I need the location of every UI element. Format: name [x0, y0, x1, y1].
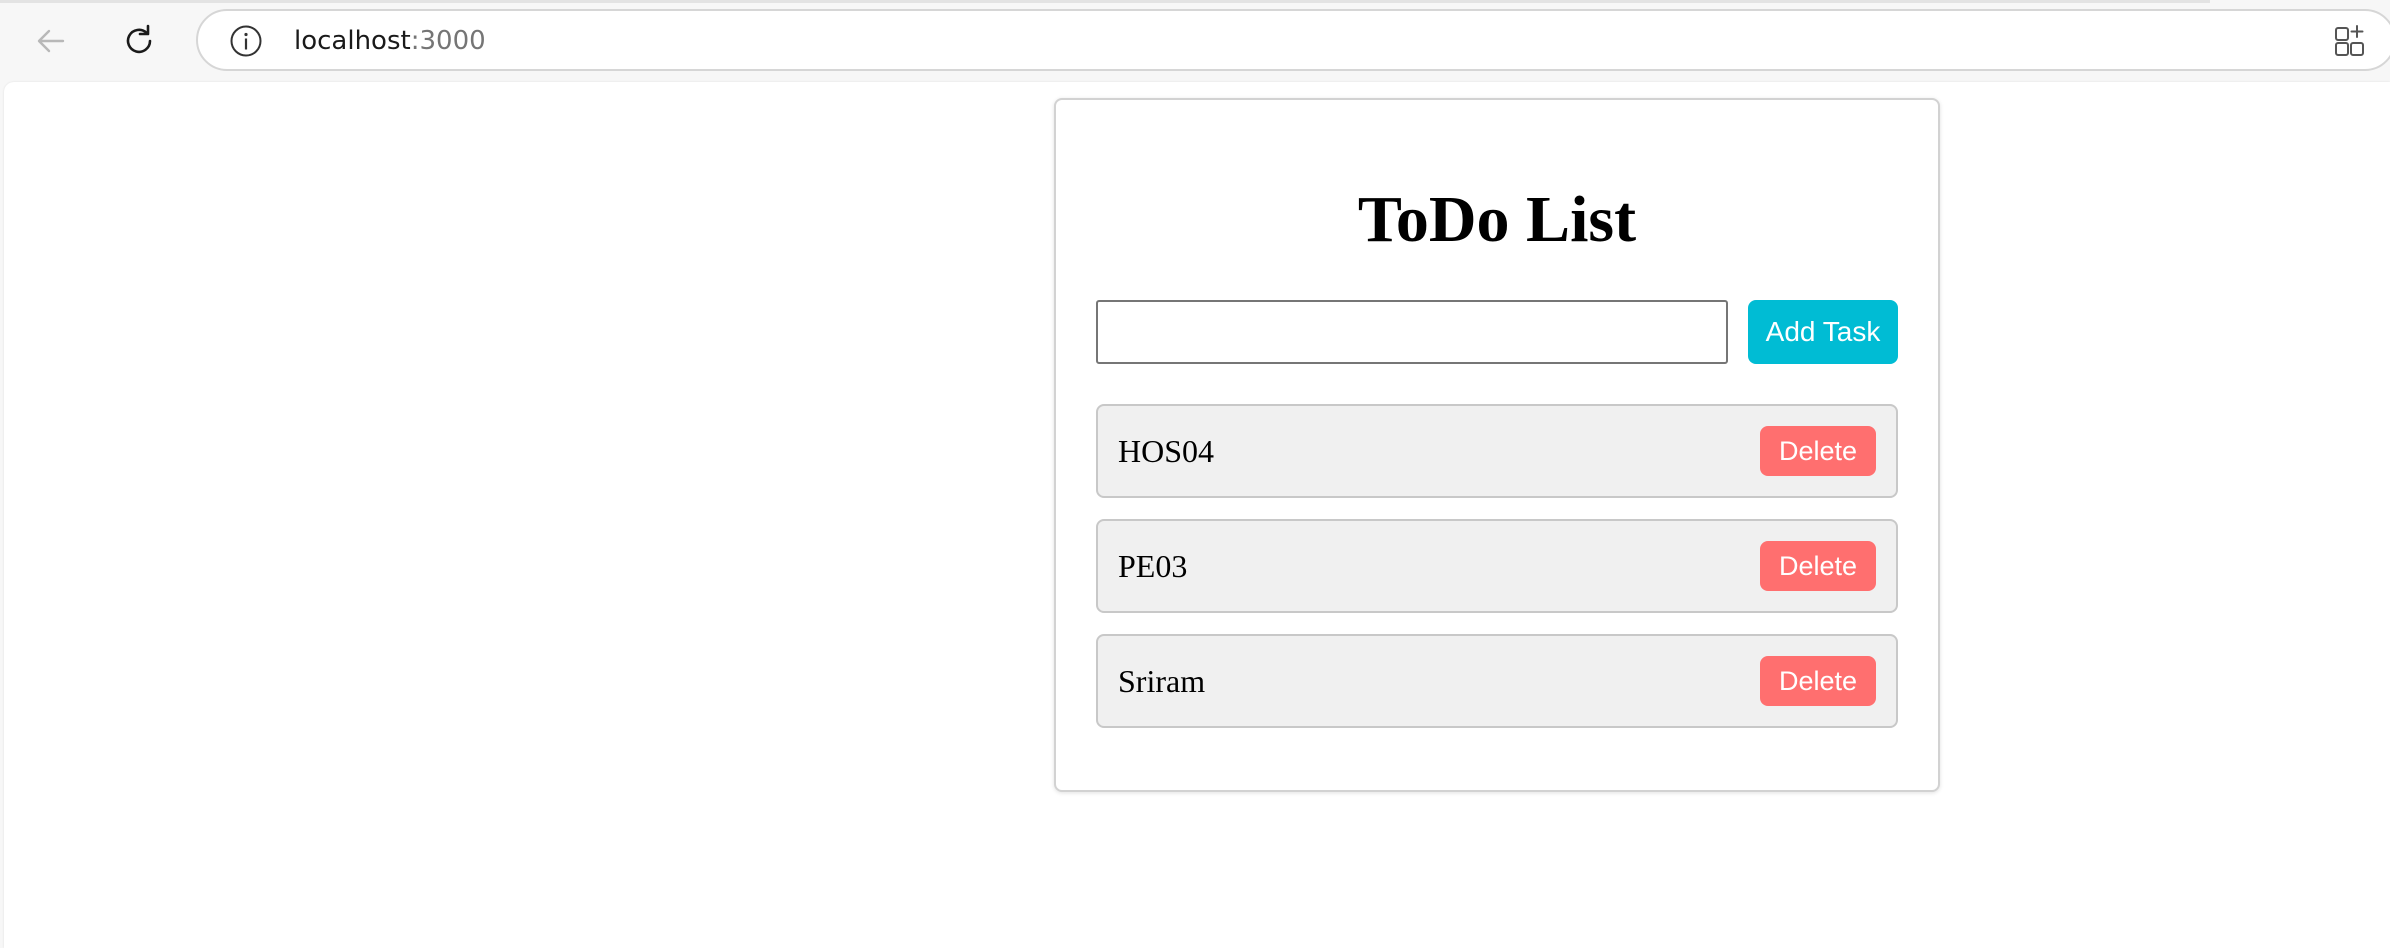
task-input[interactable]	[1096, 300, 1728, 364]
page-viewport: ToDo List Add Task HOS04 Delete PE03 Del…	[4, 82, 2390, 948]
browser-toolbar: localhost:3000	[0, 0, 2390, 80]
task-list: HOS04 Delete PE03 Delete Sriram Delete	[1096, 404, 1898, 749]
back-arrow-icon	[37, 29, 65, 53]
task-text: HOS04	[1118, 433, 1215, 469]
address-bar[interactable]: localhost:3000	[196, 9, 2390, 71]
todo-card: ToDo List Add Task HOS04 Delete PE03 Del…	[1054, 98, 1940, 792]
back-button[interactable]	[26, 16, 76, 66]
task-item: HOS04 Delete	[1096, 404, 1898, 498]
delete-button[interactable]: Delete	[1760, 426, 1876, 476]
task-text: PE03	[1118, 548, 1188, 584]
task-text: Sriram	[1118, 663, 1206, 699]
reload-button[interactable]	[114, 16, 164, 66]
task-item: PE03 Delete	[1096, 519, 1898, 613]
url-port: :3000	[410, 26, 486, 56]
info-icon[interactable]	[228, 23, 264, 59]
delete-button[interactable]: Delete	[1760, 541, 1876, 591]
task-item: Sriram Delete	[1096, 634, 1898, 728]
page-title: ToDo List	[1357, 183, 1637, 256]
add-task-button[interactable]: Add Task	[1748, 300, 1898, 364]
url-host: localhost	[294, 26, 411, 56]
reload-icon	[126, 24, 152, 54]
delete-button[interactable]: Delete	[1760, 656, 1876, 706]
loading-progress-line	[0, 0, 2210, 3]
add-app-icon[interactable]	[2333, 23, 2369, 59]
url-text[interactable]: localhost:3000	[294, 24, 486, 58]
